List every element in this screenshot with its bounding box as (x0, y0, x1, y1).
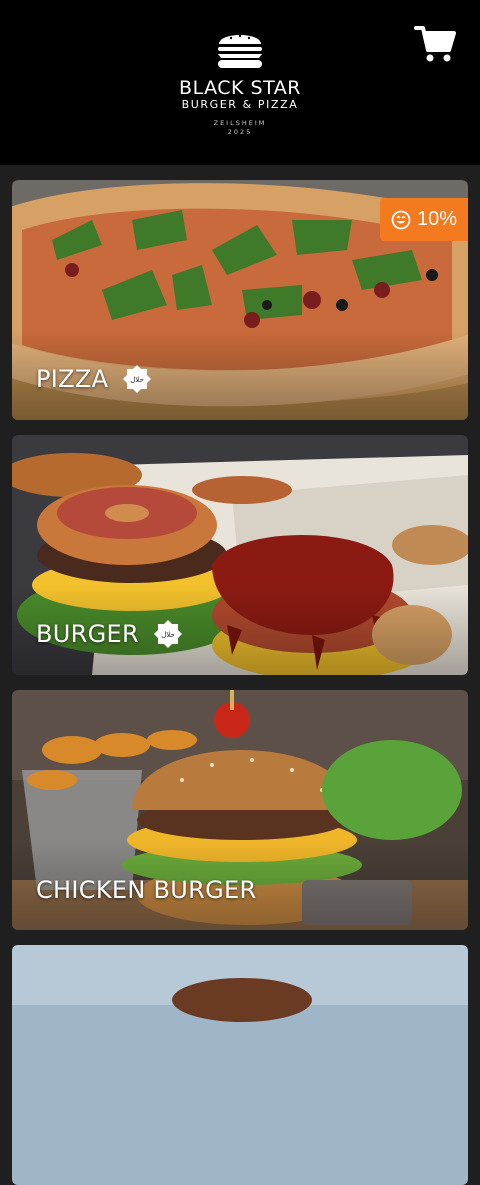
category-title: PIZZA (36, 365, 109, 393)
category-card-pizza[interactable]: 10% PIZZA حلال (12, 180, 468, 420)
card-label: BURGER حلال (36, 619, 183, 649)
app-header: BLACK STAR BURGER & PIZZA ZEILSHEIM 2025 (0, 0, 480, 165)
card-label: PIZZA حلال (36, 364, 152, 394)
category-title: BURGER (36, 620, 139, 648)
brand-name: BLACK STAR (179, 77, 301, 99)
halal-text: حلال (131, 376, 145, 384)
shopping-cart-icon[interactable] (414, 24, 456, 64)
brand-tagline: BURGER & PIZZA (181, 98, 299, 111)
category-image (12, 945, 468, 1185)
card-label: CHICKEN BURGER (36, 876, 256, 904)
discount-value: 10% (416, 208, 458, 230)
burger-logo-icon (218, 34, 262, 68)
smiley-icon (391, 210, 411, 229)
category-title: CHICKEN BURGER (36, 876, 257, 904)
brand-year: 2025 (227, 128, 253, 136)
category-card-burger[interactable]: BURGER حلال (12, 435, 468, 675)
category-card-chicken-burger[interactable]: CHICKEN BURGER (12, 690, 468, 930)
halal-badge-icon: حلال (153, 620, 182, 648)
brand-location: ZEILSHEIM (213, 119, 267, 127)
brand-logo[interactable]: BLACK STAR BURGER & PIZZA ZEILSHEIM 2025 (0, 0, 480, 165)
halal-text: حلال (161, 631, 175, 639)
halal-badge-icon: حلال (123, 365, 152, 393)
discount-badge: 10% (380, 198, 468, 241)
category-card-partial[interactable] (12, 945, 468, 1185)
